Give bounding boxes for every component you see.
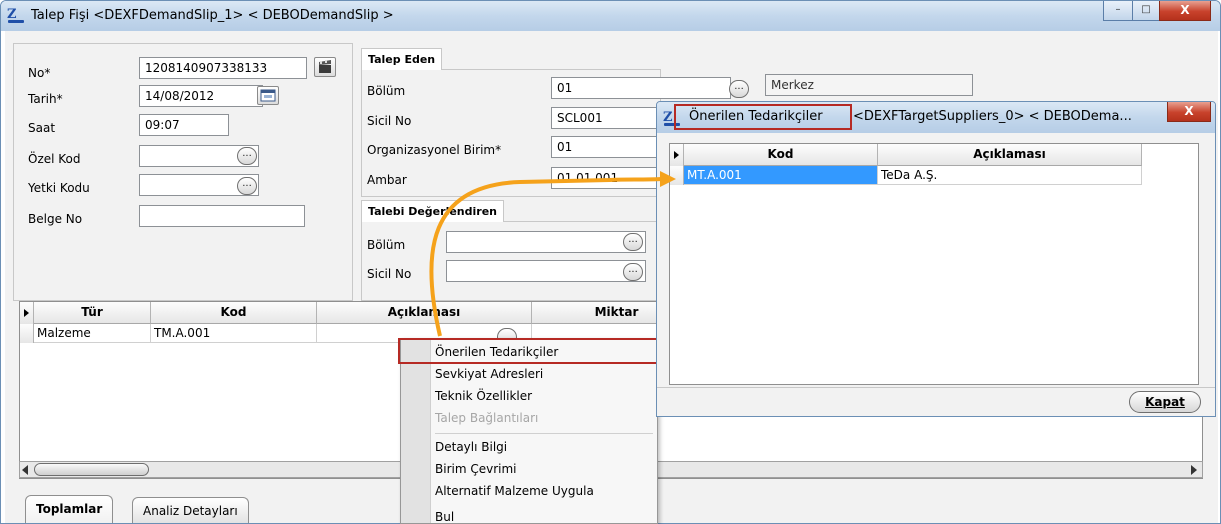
kapat-button[interactable]: Kapat <box>1129 391 1201 413</box>
ambar-field[interactable]: 01.01.001 <box>551 167 661 189</box>
supplier-footer-divider <box>657 387 1215 388</box>
menu-item-onerilen-tedarikciler[interactable]: Önerilen Tedarikçiler <box>435 341 558 363</box>
supplier-title-bar[interactable]: Z Önerilen Tedarikçiler <DEXFTargetSuppl… <box>657 102 1215 133</box>
context-menu-gutter <box>401 339 431 523</box>
scroll-right-arrow-icon[interactable] <box>1191 465 1197 475</box>
bolum-label: Bölüm <box>367 84 406 98</box>
degerlendiren-sicil-field[interactable] <box>446 260 646 282</box>
scroll-thumb[interactable] <box>34 463 149 476</box>
supplier-window-title: Önerilen Tedarikçiler <box>689 109 823 124</box>
sicil-no-label: Sicil No <box>367 114 412 128</box>
supplier-col-header-kod[interactable]: Kod <box>684 144 878 166</box>
minimize-button[interactable]: – <box>1103 1 1133 21</box>
tab-toplamlar[interactable]: Toplamlar <box>25 495 114 523</box>
lines-grid-row-indicator <box>20 324 34 343</box>
menu-item-bul[interactable]: Bul <box>435 506 454 524</box>
clapper-icon[interactable] <box>314 57 336 77</box>
talebi-degerlendiren-title: Talebi Değerlendiren <box>361 200 504 222</box>
menu-item-talep-baglantilari: Talep Bağlantıları <box>435 411 539 425</box>
belge-no-field[interactable] <box>139 205 305 227</box>
tarih-field[interactable]: 14/08/2012 <box>139 85 263 107</box>
degerlendiren-bolum-lookup-ellipsis-icon[interactable]: ... <box>623 233 643 251</box>
context-menu: Önerilen Tedarikçiler Sevkiyat Adresleri… <box>400 338 658 524</box>
bolum-description: Merkez <box>765 74 973 96</box>
close-button[interactable]: X <box>1159 1 1211 21</box>
menu-separator <box>435 433 653 434</box>
sicil-no-field[interactable]: SCL001 <box>551 107 661 129</box>
tab-analiz-detaylari[interactable]: Analiz Detayları <box>132 497 249 523</box>
supplier-app-logo-icon: Z <box>663 111 681 127</box>
talep-eden-title: Talep Eden <box>361 48 443 70</box>
scroll-left-arrow-icon[interactable] <box>22 465 28 475</box>
org-birim-label: Organizasyonel Birim* <box>367 143 502 157</box>
calendar-icon[interactable] <box>257 86 279 105</box>
org-birim-field[interactable]: 01 <box>551 136 661 158</box>
col-header-aciklamasi[interactable]: Açıklaması <box>317 302 532 324</box>
yetki-kodu-label: Yetki Kodu <box>28 181 90 195</box>
tarih-label: Tarih* <box>28 92 63 106</box>
no-label: No* <box>28 66 51 80</box>
cell-tur[interactable]: Malzeme <box>34 324 151 343</box>
ozel-kod-label: Özel Kod <box>28 152 81 166</box>
supplier-cell-kod[interactable]: MT.A.001 <box>684 166 878 185</box>
yetki-kodu-lookup-ellipsis-icon[interactable]: ... <box>237 177 257 195</box>
menu-item-sevkiyat-adresleri[interactable]: Sevkiyat Adresleri <box>435 363 543 385</box>
no-field[interactable]: 1208140907338133 <box>139 57 307 79</box>
ambar-label: Ambar <box>367 173 407 187</box>
app-logo-icon: Z <box>7 8 25 24</box>
supplier-grid: Kod Açıklaması MT.A.001 TeDa A.Ş. <box>669 143 1199 385</box>
col-header-tur[interactable]: Tür <box>34 302 151 324</box>
supplier-cell-aciklamasi[interactable]: TeDa A.Ş. <box>878 166 1142 185</box>
degerlendiren-sicil-label: Sicil No <box>367 267 412 281</box>
main-title-bar[interactable]: Z Talep Fişi <DEXFDemandSlip_1> < DEBODe… <box>1 1 1220 31</box>
cell-kod[interactable]: TM.A.001 <box>151 324 317 343</box>
degerlendiren-bolum-field[interactable] <box>446 231 646 253</box>
bolum-field[interactable]: 01 <box>551 77 731 99</box>
supplier-body: Kod Açıklaması MT.A.001 TeDa A.Ş. Kapat <box>657 133 1215 416</box>
supplier-window-title-rest: <DEXFTargetSuppliers_0> < DEBODema... <box>853 109 1132 124</box>
col-header-kod[interactable]: Kod <box>151 302 317 324</box>
supplier-close-button[interactable]: X <box>1167 102 1211 122</box>
saat-label: Saat <box>28 121 56 135</box>
menu-item-alternatif-malzeme-uygula[interactable]: Alternatif Malzeme Uygula <box>435 480 594 502</box>
supplier-grid-indicator-header <box>670 144 684 166</box>
bolum-lookup-ellipsis-icon[interactable]: ... <box>729 80 749 98</box>
lines-grid-indicator-header <box>20 302 34 324</box>
supplier-grid-row-indicator <box>670 166 684 185</box>
menu-item-birim-cevrimi[interactable]: Birim Çevrimi <box>435 458 517 480</box>
supplier-col-header-aciklamasi[interactable]: Açıklaması <box>878 144 1142 166</box>
main-window-title: Talep Fişi <DEXFDemandSlip_1> < DEBODema… <box>31 8 394 23</box>
saat-field[interactable]: 09:07 <box>139 114 229 136</box>
belge-no-label: Belge No <box>28 212 83 226</box>
maximize-button[interactable]: □ <box>1132 1 1160 21</box>
header-group <box>13 43 353 301</box>
supplier-window: Z Önerilen Tedarikçiler <DEXFTargetSuppl… <box>656 101 1216 417</box>
degerlendiren-sicil-lookup-ellipsis-icon[interactable]: ... <box>623 263 643 281</box>
menu-item-detayli-bilgi[interactable]: Detaylı Bilgi <box>435 436 507 458</box>
menu-item-teknik-ozellikler[interactable]: Teknik Özellikler <box>435 385 532 407</box>
ozel-kod-lookup-ellipsis-icon[interactable]: ... <box>237 147 257 165</box>
degerlendiren-bolum-label: Bölüm <box>367 238 406 252</box>
